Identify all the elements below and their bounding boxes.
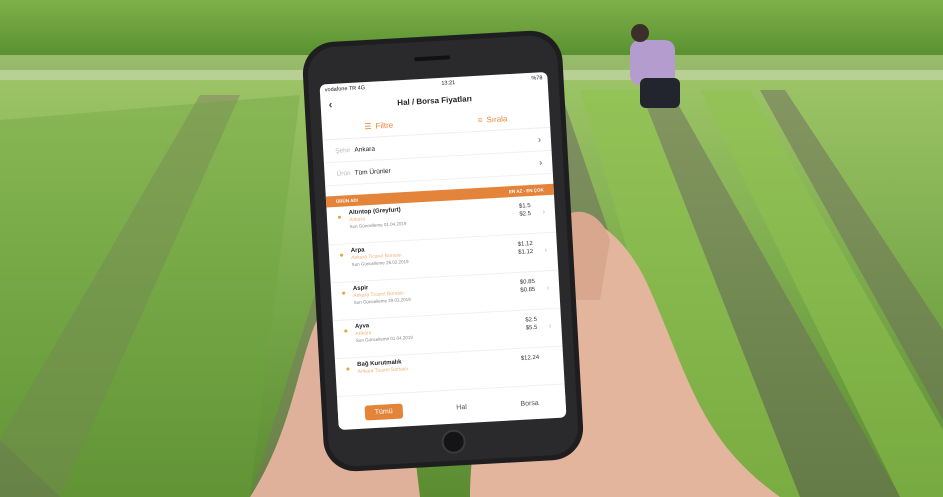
item-prices: $1.12 $1.12	[518, 240, 534, 257]
chevron-right-icon: ›	[537, 134, 542, 145]
item-prices: $1.5 $2.5	[519, 202, 532, 219]
price-max: $2.5	[519, 211, 532, 218]
sort-button[interactable]: ≡ Sırala	[478, 114, 508, 125]
tab-all[interactable]: Tümü	[364, 403, 404, 421]
filter-icon: ☰	[364, 121, 372, 131]
item-prices: $0.85 $0.85	[520, 278, 536, 295]
list-header-right: EN AZ - EN ÇOK	[508, 187, 544, 195]
chevron-right-icon: ›	[548, 321, 552, 331]
product-value: Tüm Ürünler	[354, 167, 391, 177]
battery-text: %78	[531, 74, 543, 82]
phone-screen: vodafone TR 4G 13:21 %78 ‹ Hal / Borsa F…	[319, 71, 567, 431]
city-label: Şehir	[335, 146, 351, 155]
chevron-right-icon: ›	[542, 207, 546, 217]
item-prices: $12.24	[521, 354, 540, 363]
filter-label: Filtre	[375, 120, 394, 131]
tab-hal[interactable]: Hal	[456, 403, 467, 411]
chevron-right-icon: ›	[546, 283, 550, 293]
sort-icon: ≡	[477, 115, 483, 125]
tab-borsa[interactable]: Borsa	[520, 399, 539, 407]
clock-text: 13:21	[441, 79, 456, 87]
bullet-dot	[346, 367, 350, 371]
price-max: $1.12	[518, 248, 534, 256]
item-prices: $2.5 $5.5	[525, 316, 538, 333]
city-value: Ankara	[354, 145, 376, 154]
bullet-dot	[342, 291, 346, 295]
page-title: Hal / Borsa Fiyatları	[397, 93, 473, 107]
bullet-dot	[344, 329, 348, 333]
bullet-dot	[337, 215, 342, 219]
chevron-left-icon[interactable]: ‹	[328, 99, 332, 111]
bottom-tab-bar: Tümü Hal Borsa	[337, 391, 567, 425]
list-header-left: ÜRÜN ADI	[335, 197, 359, 204]
photo-scene: vodafone TR 4G 13:21 %78 ‹ Hal / Borsa F…	[0, 0, 943, 497]
carrier-text: vodafone TR 4G	[324, 84, 366, 93]
price-max: $0.85	[520, 286, 536, 294]
chevron-right-icon: ›	[544, 245, 548, 255]
chevron-right-icon: ›	[538, 157, 543, 168]
price-min: $12.24	[520, 354, 540, 362]
filter-button[interactable]: ☰ Filtre	[364, 120, 393, 131]
sort-label: Sırala	[486, 113, 508, 124]
product-label: Ürün	[336, 169, 351, 178]
price-max: $5.5	[525, 324, 538, 332]
bullet-dot	[339, 253, 344, 257]
